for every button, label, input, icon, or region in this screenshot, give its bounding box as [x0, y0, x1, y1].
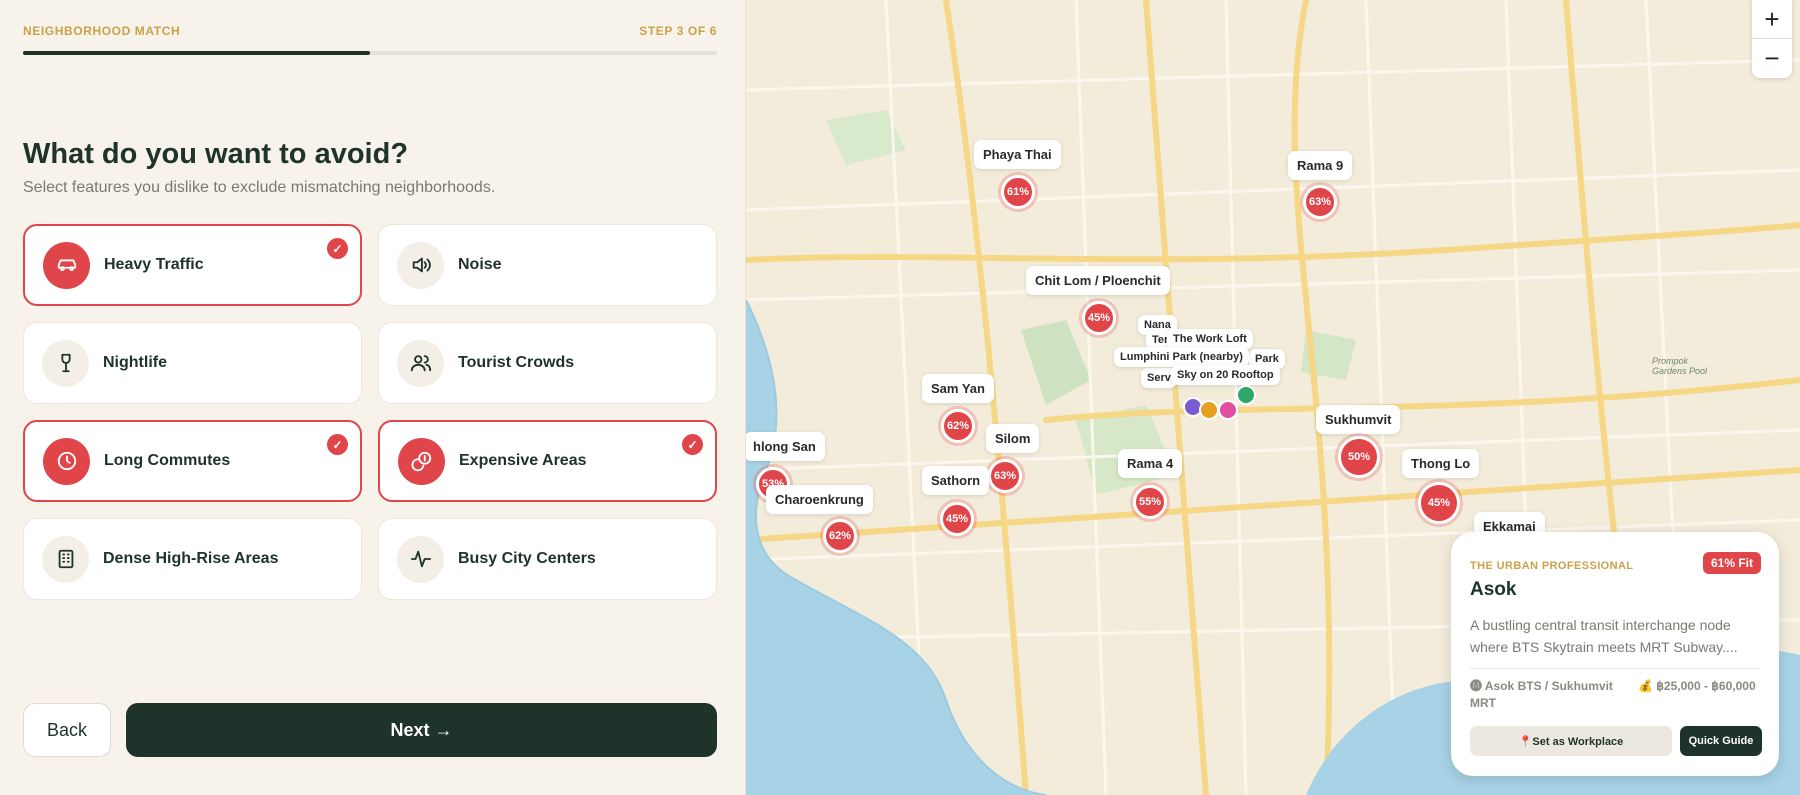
- car-icon: [43, 241, 90, 289]
- area-label-rama-9[interactable]: Rama 9: [1288, 151, 1353, 180]
- option-nightlife[interactable]: Nightlife ✓: [23, 322, 362, 404]
- area-label-silom[interactable]: Silom: [986, 424, 1040, 453]
- map-view[interactable]: + − Prompok Gardens Pool Nana Ter Serv P…: [746, 0, 1800, 795]
- quick-guide-button[interactable]: Quick Guide: [1680, 726, 1762, 756]
- option-label: Dense High-Rise Areas: [103, 550, 279, 567]
- building-icon: [42, 535, 89, 583]
- area-pin-rama-9[interactable]: 63%: [1303, 185, 1337, 219]
- area-label-sathorn[interactable]: Sathorn: [922, 466, 990, 495]
- page-subtitle: Select features you dislike to exclude m…: [23, 179, 496, 196]
- option-heavy-traffic[interactable]: Heavy Traffic ✓: [23, 224, 362, 306]
- card-divider: [1470, 668, 1760, 669]
- transit-info: 🅜 Asok BTS / Sukhumvit MRT: [1470, 679, 1613, 710]
- set-workplace-button[interactable]: 📍Set as Workplace: [1470, 726, 1672, 756]
- area-label-chit-lom[interactable]: Chit Lom / Ploenchit: [1026, 266, 1170, 295]
- check-icon: ✓: [327, 434, 348, 455]
- option-label: Long Commutes: [104, 452, 231, 469]
- option-long-commutes[interactable]: Long Commutes ✓: [23, 420, 362, 502]
- users-icon: [397, 339, 444, 387]
- page-title: What do you want to avoid?: [23, 138, 409, 170]
- area-pin-charoenkrung[interactable]: 62%: [823, 519, 857, 553]
- area-label-sukhumvit[interactable]: Sukhumvit: [1316, 405, 1401, 434]
- options-grid: Heavy Traffic ✓ Noise ✓ Nightlife ✓ Tour…: [23, 224, 717, 600]
- option-label: Heavy Traffic: [104, 256, 204, 273]
- area-pin-thong-lo[interactable]: 45%: [1418, 482, 1460, 524]
- zoom-out-button[interactable]: −: [1752, 39, 1792, 78]
- neighborhood-name: Asok: [1470, 579, 1517, 600]
- price-range: 💰 ฿25,000 - ฿60,000: [1638, 679, 1756, 693]
- area-pin-chit-lom[interactable]: 45%: [1082, 301, 1116, 335]
- neighborhood-description: A bustling central transit interchange n…: [1470, 617, 1738, 655]
- speaker-icon: [397, 241, 444, 289]
- bar-poi-icon[interactable]: [1218, 400, 1238, 420]
- coins-icon: [398, 437, 445, 485]
- progress-bar: [23, 51, 717, 55]
- option-noise[interactable]: Noise ✓: [378, 224, 717, 306]
- area-label-khlong-san[interactable]: hlong San: [746, 432, 825, 461]
- option-busy-city-centers[interactable]: Busy City Centers ✓: [378, 518, 717, 600]
- area-pin-sathorn[interactable]: 45%: [940, 502, 974, 536]
- area-pin-sam-yan[interactable]: 62%: [941, 409, 975, 443]
- option-expensive-areas[interactable]: Expensive Areas ✓: [378, 420, 717, 502]
- option-tourist-crowds[interactable]: Tourist Crowds ✓: [378, 322, 717, 404]
- step-header: NEIGHBORHOOD MATCH STEP 3 OF 6: [23, 24, 717, 38]
- cafe-poi-icon[interactable]: [1199, 400, 1219, 420]
- clock-icon: [43, 437, 90, 485]
- poi-label-work-loft[interactable]: The Work Loft: [1167, 329, 1253, 349]
- check-icon: ✓: [682, 434, 703, 455]
- area-pin-sukhumvit[interactable]: 50%: [1338, 436, 1380, 478]
- step-label: NEIGHBORHOOD MATCH: [23, 24, 181, 38]
- poi-label-lumphini[interactable]: Lumphini Park (nearby): [1114, 347, 1249, 367]
- persona-label: THE URBAN PROFESSIONAL: [1470, 560, 1634, 572]
- area-pin-phaya-thai[interactable]: 61%: [1001, 175, 1035, 209]
- option-label: Tourist Crowds: [458, 354, 575, 371]
- area-label-thong-lo[interactable]: Thong Lo: [1402, 449, 1480, 478]
- area-label-charoenkrung[interactable]: Charoenkrung: [766, 485, 873, 514]
- area-label-sam-yan[interactable]: Sam Yan: [922, 374, 994, 403]
- next-button[interactable]: Next →: [126, 703, 717, 757]
- option-label: Nightlife: [103, 354, 167, 371]
- option-dense-high-rise[interactable]: Dense High-Rise Areas ✓: [23, 518, 362, 600]
- area-pin-silom[interactable]: 63%: [988, 459, 1022, 493]
- neighborhood-info-card: THE URBAN PROFESSIONAL 61% Fit Asok A bu…: [1451, 532, 1779, 776]
- option-label: Expensive Areas: [459, 452, 587, 469]
- zoom-in-button[interactable]: +: [1752, 0, 1792, 39]
- check-icon: ✓: [327, 238, 348, 259]
- cocktail-icon: [42, 339, 89, 387]
- park-poi-icon[interactable]: [1236, 385, 1256, 405]
- option-label: Busy City Centers: [458, 550, 596, 567]
- area-pin-rama-4[interactable]: 55%: [1133, 485, 1167, 519]
- area-label-rama-4[interactable]: Rama 4: [1118, 449, 1183, 478]
- map-label-prompok: Prompok Gardens Pool: [1652, 356, 1708, 376]
- fit-badge: 61% Fit: [1702, 552, 1761, 574]
- step-count: STEP 3 OF 6: [639, 24, 717, 38]
- activity-icon: [397, 535, 444, 583]
- poi-label-sky-on-20[interactable]: Sky on 20 Rooftop: [1171, 365, 1280, 385]
- area-label-phaya-thai[interactable]: Phaya Thai: [974, 140, 1061, 169]
- zoom-controls: + −: [1752, 0, 1792, 78]
- back-button[interactable]: Back: [23, 703, 111, 757]
- option-label: Noise: [458, 256, 502, 273]
- progress-fill: [23, 51, 370, 55]
- preferences-panel: NEIGHBORHOOD MATCH STEP 3 OF 6 What do y…: [0, 0, 746, 795]
